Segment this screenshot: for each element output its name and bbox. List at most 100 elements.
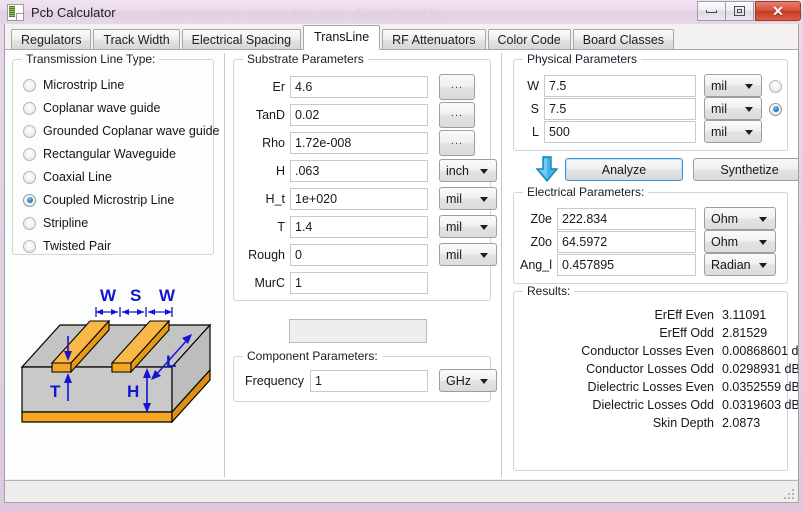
unit-combo-h-t[interactable]: mil (439, 187, 497, 210)
unit-combo-s[interactable]: mil (704, 97, 762, 120)
radio-indicator (23, 147, 36, 161)
radio-twisted-pair[interactable]: Twisted Pair (23, 238, 111, 254)
input-l[interactable] (544, 121, 696, 143)
minimize-button[interactable] (697, 1, 726, 21)
minimize-icon (706, 9, 717, 13)
right-panel: Physical Parameters W mil S m (505, 51, 799, 478)
unit-combo-t[interactable]: mil (439, 215, 497, 238)
tab-regulators[interactable]: Regulators (11, 29, 92, 50)
resize-grip-icon[interactable] (783, 488, 795, 500)
input-w[interactable] (544, 75, 696, 97)
input-h[interactable] (290, 160, 428, 182)
radio-label: Coaxial Line (43, 170, 112, 184)
client-area: Regulators Track Width Electrical Spacin… (4, 24, 799, 503)
component-parameters-title: Component Parameters: (243, 350, 382, 362)
maximize-button[interactable] (725, 1, 754, 21)
radio-coaxial-line[interactable]: Coaxial Line (23, 169, 112, 185)
result-value-dielectric-losses-odd: 0.0319603 dB (722, 398, 799, 412)
radio-rectangular-waveguide[interactable]: Rectangular Waveguide (23, 146, 176, 162)
input-tand[interactable] (290, 104, 428, 126)
unit-combo-l[interactable]: mil (704, 120, 762, 143)
radio-grounded-coplanar-wave-guide[interactable]: Grounded Coplanar wave guide (23, 123, 220, 139)
input-frequency[interactable] (310, 370, 428, 392)
unit-combo-ang-l[interactable]: Radian (704, 253, 776, 276)
chevron-down-icon (745, 106, 753, 112)
window-title: Pcb Calculator (31, 4, 116, 20)
radio-indicator (23, 216, 36, 230)
input-rho[interactable] (290, 132, 428, 154)
label-tand: TanD (255, 108, 285, 122)
chevron-down-icon (759, 216, 767, 222)
unit-combo-w-value: mil (711, 78, 727, 93)
unit-combo-h[interactable]: inch (439, 159, 497, 182)
arrow-down-icon (535, 156, 559, 185)
tab-electrical-spacing[interactable]: Electrical Spacing (181, 29, 302, 50)
radio-label: Coupled Microstrip Line (43, 193, 175, 207)
result-label-skin-depth: Skin Depth (652, 416, 714, 430)
tab-board-classes[interactable]: Board Classes (572, 29, 675, 50)
tab-track-width[interactable]: Track Width (93, 29, 180, 50)
splitter-right[interactable] (501, 53, 502, 477)
radio-label: Twisted Pair (43, 239, 112, 253)
rho-browse-button[interactable]: ... (439, 130, 475, 156)
unit-combo-t-value: mil (446, 219, 462, 234)
unit-combo-h-t-value: mil (446, 191, 462, 206)
input-rough[interactable] (290, 244, 428, 266)
unit-combo-rough[interactable]: mil (439, 243, 497, 266)
substrate-parameters-group: Substrate Parameters Er ... TanD ... Rho… (233, 53, 497, 301)
radio-coplanar-wave-guide[interactable]: Coplanar wave guide (23, 100, 160, 116)
analyze-button[interactable]: Analyze (565, 158, 683, 181)
electrical-parameters-title: Electrical Parameters: (523, 186, 649, 198)
er-browse-button[interactable]: ... (439, 74, 475, 100)
unit-combo-z0e[interactable]: Ohm (704, 207, 776, 230)
label-ang-l: Ang_l (520, 258, 552, 272)
radio-microstrip-line[interactable]: Microstrip Line (23, 77, 124, 93)
input-z0e[interactable] (557, 208, 696, 230)
radio-physical-w[interactable] (769, 78, 782, 94)
trace-right-front (111, 362, 132, 373)
diagram-label-t: T (50, 382, 61, 401)
radio-coupled-microstrip-line[interactable]: Coupled Microstrip Line (23, 192, 174, 208)
chevron-down-icon (480, 224, 488, 230)
unit-combo-frequency[interactable]: GHz (439, 369, 497, 392)
unit-combo-z0o[interactable]: Ohm (704, 230, 776, 253)
radio-physical-s[interactable] (769, 101, 782, 117)
radio-label: Microstrip Line (43, 78, 125, 92)
result-label-ereff-odd: ErEff Odd (659, 326, 714, 340)
tab-transline[interactable]: TransLine (303, 25, 381, 50)
label-frequency: Frequency (244, 374, 304, 388)
close-button[interactable]: ✕ (755, 1, 801, 21)
synthetize-button[interactable]: Synthetize (693, 158, 798, 181)
radio-indicator (23, 124, 36, 138)
result-label-dielectric-losses-even: Dielectric Losses Even (587, 380, 714, 394)
input-z0o[interactable] (557, 231, 696, 253)
input-t[interactable] (290, 216, 428, 238)
tab-rf-attenuators[interactable]: RF Attenuators (382, 29, 486, 50)
unit-combo-w[interactable]: mil (704, 74, 762, 97)
result-label-conductor-losses-odd: Conductor Losses Odd (586, 362, 714, 376)
window-controls: ✕ (697, 1, 801, 21)
input-ang-l[interactable] (557, 254, 696, 276)
result-value-dielectric-losses-even: 0.0352559 dB (722, 380, 799, 394)
trace-left-front (51, 362, 72, 373)
substrate-parameters-title: Substrate Parameters (243, 53, 368, 65)
tand-browse-button[interactable]: ... (439, 102, 475, 128)
physical-parameters-title: Physical Parameters (523, 53, 642, 65)
left-panel: Transmission Line Type: Microstrip Line … (6, 51, 222, 478)
splitter-left[interactable] (224, 53, 225, 477)
label-z0o: Z0o (530, 235, 552, 249)
input-er[interactable] (290, 76, 428, 98)
chevron-down-icon (759, 239, 767, 245)
label-rho: Rho (262, 136, 285, 150)
chevron-down-icon (745, 129, 753, 135)
tab-color-code[interactable]: Color Code (487, 29, 571, 50)
result-label-dielectric-losses-odd: Dielectric Losses Odd (592, 398, 714, 412)
input-murc[interactable] (290, 272, 428, 294)
middle-panel: Substrate Parameters Er ... TanD ... Rho… (227, 51, 497, 478)
radio-indicator (23, 193, 36, 207)
input-s[interactable] (544, 98, 696, 120)
application-window: Pcb Calculator ____ user issues to ensur… (0, 0, 803, 511)
input-h-t[interactable] (290, 188, 428, 210)
radio-stripline[interactable]: Stripline (23, 215, 88, 231)
calculator-icon (7, 3, 24, 21)
